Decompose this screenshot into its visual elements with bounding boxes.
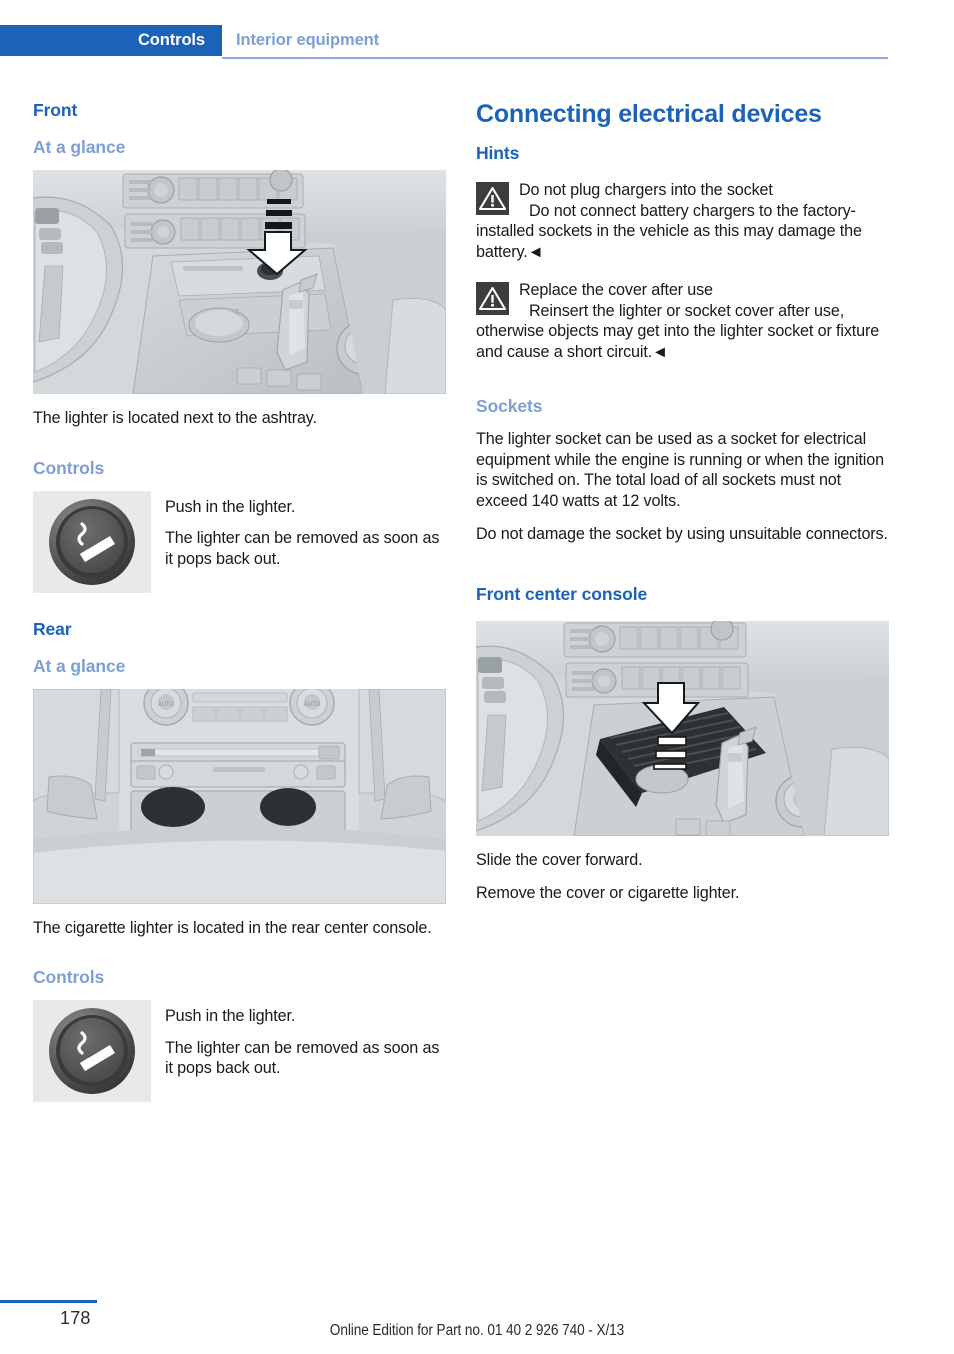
footer-divider (0, 1300, 97, 1303)
caption-front-figure: The lighter is located next to the ashtr… (33, 409, 317, 427)
svg-text:AUTO: AUTO (158, 702, 175, 708)
cigarette-lighter-icon (33, 490, 151, 593)
warning-triangle-icon (476, 182, 509, 215)
figure-rear-console: AUTO AUTO (33, 688, 446, 904)
caption-rear-figure: The cigarette lighter is located in the … (33, 918, 432, 937)
front-controls-line-2: The lighter can be removed as soon as it… (165, 529, 440, 568)
heading-hints: Hints (476, 143, 520, 163)
front-controls-text: Push in the lighter. The lighter can be … (165, 491, 446, 570)
console-line-2: Remove the cover or cigarette lighter. (476, 884, 740, 902)
right-column: Connecting electrical devices Hints Do n… (476, 100, 889, 904)
sockets-paragraph-1: The lighter socket can be used as a sock… (476, 430, 884, 510)
breadcrumb-chapter-label: Controls (137, 31, 205, 49)
figure-front-center-console (476, 620, 889, 836)
svg-text:AUTO: AUTO (304, 702, 321, 708)
console-line-1: Slide the cover forward. (476, 850, 643, 869)
warning-triangle-icon (476, 282, 509, 315)
heading-front-controls: Controls (33, 457, 105, 478)
breadcrumb-section-label: Interior equipment (236, 31, 380, 49)
rear-controls-line-2: The lighter can be removed as soon as it… (165, 1038, 440, 1078)
header-divider (222, 57, 888, 59)
heading-rear-at-a-glance: At a glance (33, 655, 126, 676)
rear-controls-text: Push in the lighter. The lighter can be … (165, 1000, 446, 1079)
warning-title: Do not plug chargers into the socket (519, 181, 773, 199)
edition-notice: Online Edition for Part no. 01 40 2 926 … (329, 1322, 625, 1339)
page-title: Connecting electrical devices (476, 100, 822, 128)
heading-rear-controls: Controls (33, 967, 105, 987)
page-header: Controls Interior equipment (0, 25, 954, 56)
warning-block-chargers: Do not plug chargers into the socket Do … (476, 180, 889, 262)
warning-block-cover: Replace the cover after use Reinsert the… (476, 280, 889, 362)
figure-front-console (33, 170, 446, 394)
heading-sockets: Sockets (476, 396, 543, 416)
warning-text: Do not connect battery chargers to the f… (476, 201, 862, 261)
heading-front-center-console: Front center console (476, 583, 648, 604)
breadcrumb-chapter-tab: Controls (0, 25, 222, 56)
left-column: Front At a glance The lighter is located… (33, 100, 446, 1102)
sockets-paragraph-2: Do not damage the socket by using unsuit… (476, 525, 888, 543)
heading-rear: Rear (33, 618, 72, 639)
rear-controls-row: Push in the lighter. The lighter can be … (33, 1000, 446, 1102)
rear-controls-line-1: Push in the lighter. (165, 1007, 296, 1025)
warning-title: Replace the cover after use (519, 281, 713, 299)
heading-front-at-a-glance: At a glance (33, 137, 126, 157)
cigarette-lighter-icon (33, 1000, 151, 1102)
heading-front: Front (33, 100, 78, 120)
front-controls-line-1: Push in the lighter. (165, 497, 296, 516)
front-controls-row: Push in the lighter. The lighter can be … (33, 490, 446, 593)
warning-text: Reinsert the lighter or socket cover aft… (476, 301, 880, 361)
